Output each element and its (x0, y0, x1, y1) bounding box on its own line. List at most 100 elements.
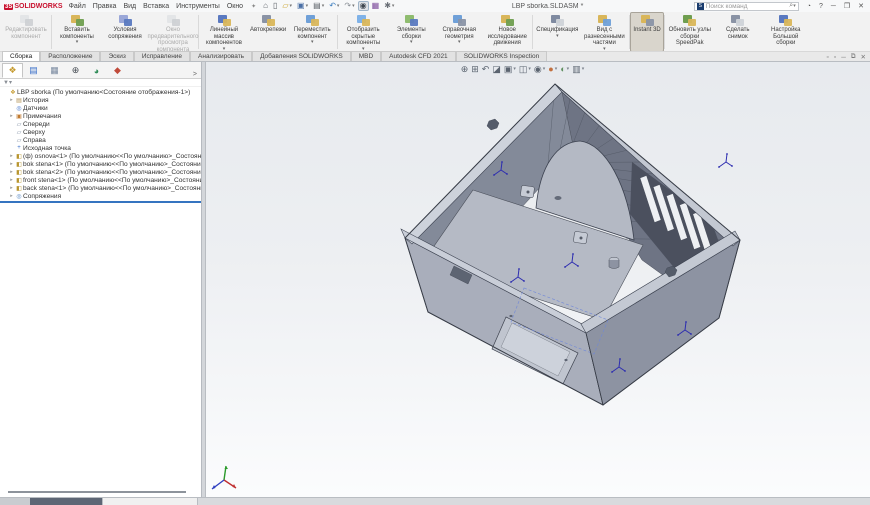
expand-arrow-icon[interactable]: ▸ (8, 185, 15, 191)
show-hidden-components-button[interactable]: Отобразить скрытые компоненты▾ (339, 13, 387, 51)
expand-arrow-icon[interactable]: ▸ (8, 169, 15, 175)
apply-scene-button[interactable]: ◐▾ (560, 64, 569, 74)
help-button[interactable]: ? (819, 3, 823, 10)
large-assembly-settings-button[interactable]: Настройка Большой сборки (762, 13, 810, 51)
dropdown-arrow-icon[interactable]: ▾ (76, 40, 79, 45)
expand-arrow-icon[interactable]: ▸ (8, 153, 15, 159)
move-component-button[interactable]: Переместить компонент▾ (288, 13, 336, 51)
smart-fasteners-button[interactable]: Автокрепежи (248, 13, 288, 51)
dropdown-arrow-icon[interactable]: ▾ (306, 2, 309, 10)
insert-components-button[interactable]: Вставить компоненты▾ (53, 13, 101, 51)
bottom-tab-2[interactable] (102, 498, 198, 505)
tree-row[interactable]: ◎Датчики (0, 104, 201, 112)
dropdown-arrow-icon[interactable]: ▾ (543, 64, 546, 74)
dropdown-arrow-icon[interactable]: ▾ (322, 2, 325, 10)
rebuild-button[interactable]: ◉ (359, 2, 368, 10)
tree-row[interactable]: ▸◧back stena<1> (По умолчанию<<По умолча… (0, 184, 201, 192)
tab-Эскиз[interactable]: Эскиз (100, 51, 133, 61)
featuremanager-tab[interactable]: ❖ (2, 63, 23, 78)
dropdown-arrow-icon[interactable]: ▾ (567, 64, 570, 74)
reference-geometry-button[interactable]: Справочная геометрия▾ (435, 13, 483, 51)
tree-row[interactable]: ▸◧bok stena<2> (По умолчанию<<По умолчан… (0, 168, 201, 176)
update-speedpak-button[interactable]: Обновить узлы сборки SpeedPak (666, 13, 714, 51)
dropdown-arrow-icon[interactable]: ▾ (513, 64, 516, 74)
hide-show-items-button[interactable]: ◉▾ (534, 64, 545, 74)
previous-view-button[interactable]: ↶ (482, 64, 490, 74)
instant3d-button[interactable]: Instant 3D (631, 13, 662, 51)
dropdown-arrow-icon[interactable]: ▾ (410, 40, 413, 45)
tab-Autodesk CFD 2021[interactable]: Autodesk CFD 2021 (381, 51, 456, 61)
save-button[interactable]: ▣▾ (296, 2, 309, 10)
section-view-button[interactable]: ◪ (492, 64, 501, 74)
tree-row-selected[interactable]: ▸◎Сопряжения (0, 192, 201, 200)
tab-Анализировать[interactable]: Анализировать (190, 51, 252, 61)
tree-row[interactable]: ▱Спереди (0, 120, 201, 128)
configurationmanager-tab[interactable]: ▦ (44, 63, 65, 78)
doc-restore-button[interactable]: ⧉ (851, 53, 856, 61)
restore-button[interactable]: ❐ (844, 2, 850, 10)
expand-arrow-icon[interactable]: ▸ (8, 113, 15, 119)
tree-row[interactable]: ▸▤История (0, 96, 201, 104)
doc-minimize-button[interactable]: ─ (841, 54, 846, 61)
doc-window-icon-2[interactable]: ▫ (834, 54, 836, 61)
tree-row[interactable]: ▸◧bok stena<1> (По умолчанию<<По умолчан… (0, 160, 201, 168)
menu-Окно[interactable]: Окно (227, 3, 243, 10)
menu-Инструменты[interactable]: Инструменты (176, 3, 220, 10)
take-snapshot-button[interactable]: Сделать снимок (714, 13, 762, 51)
dropdown-arrow-icon[interactable]: ▾ (603, 47, 606, 52)
dropdown-arrow-icon[interactable]: ▾ (337, 2, 340, 10)
dropdown-arrow-icon[interactable]: ▾ (290, 2, 293, 10)
edit-appearance-button[interactable]: ●▾ (548, 64, 557, 74)
new-motion-study-button[interactable]: Новое исследование движения (483, 13, 531, 51)
home-button[interactable]: ⌂ (262, 2, 269, 10)
doc-close-button[interactable]: ✕ (861, 53, 866, 61)
zoom-area-button[interactable]: ⊞ (471, 64, 479, 74)
dropdown-arrow-icon[interactable]: ▾ (392, 2, 395, 10)
panel-collapse-arrow[interactable]: > (189, 71, 201, 78)
tree-row[interactable]: ▸◧(ф) osnova<1> (По умолчанию<<По умолча… (0, 152, 201, 160)
menu-Вставка[interactable]: Вставка (143, 3, 169, 10)
tree-row[interactable]: ❖LBP sborka (По умолчанию<Состояние отоб… (0, 88, 201, 96)
tab-Расположение[interactable]: Расположение (40, 51, 100, 61)
cam-tab[interactable]: ◆ (107, 63, 128, 78)
dropdown-arrow-icon[interactable]: ▾ (555, 64, 558, 74)
tree-row[interactable]: ▱Справа (0, 136, 201, 144)
options-button[interactable]: ✱▾ (383, 2, 395, 10)
user-account-button[interactable]: ◔ (807, 3, 811, 10)
command-search[interactable]: S Поиск команд ⌕ ▾ (694, 2, 799, 11)
menu-pin-icon[interactable]: ✦ (251, 3, 256, 10)
tree-row[interactable]: ▸▣Примечания (0, 112, 201, 120)
tab-MBD[interactable]: MBD (351, 51, 381, 61)
tree-row[interactable]: ▱Сверху (0, 128, 201, 136)
mate-triad-icon[interactable] (718, 153, 733, 168)
dropdown-arrow-icon[interactable]: ▾ (311, 40, 314, 45)
dropdown-arrow-icon[interactable]: ▾ (582, 64, 585, 74)
dropdown-arrow-icon[interactable]: ▾ (556, 34, 559, 39)
dropdown-arrow-icon[interactable]: ▾ (458, 40, 461, 45)
menu-Файл[interactable]: Файл (69, 3, 86, 10)
menu-Правка[interactable]: Правка (93, 3, 117, 10)
linear-component-pattern-button[interactable]: Линейный массив компонентов▾ (200, 13, 248, 51)
dropdown-arrow-icon[interactable]: ▾ (528, 64, 531, 74)
graphics-viewport[interactable]: ⊕⊞↶◪▣▾◫▾◉▾●▾◐▾▥▾ (206, 62, 870, 497)
print-button[interactable]: ▤▾ (312, 2, 325, 10)
tree-row[interactable]: ▸◧front stena<1> (По умолчанию<<По умолч… (0, 176, 201, 184)
tab-Исправление[interactable]: Исправление (134, 51, 190, 61)
3d-model-canvas[interactable] (206, 62, 870, 497)
expand-arrow-icon[interactable]: ▸ (8, 193, 15, 199)
expand-arrow-icon[interactable]: ▸ (8, 161, 15, 167)
minimize-button[interactable]: ─ (831, 3, 836, 10)
bottom-tab-1[interactable] (30, 498, 102, 505)
propertymanager-tab[interactable]: ▤ (23, 63, 44, 78)
tree-filter-row[interactable]: ▼ ▾ (0, 79, 201, 87)
expand-arrow-icon[interactable]: ▸ (8, 177, 15, 183)
close-button[interactable]: ✕ (858, 2, 864, 10)
exploded-view-button[interactable]: Вид с разнесенными частями▾ (580, 13, 628, 51)
mate-button[interactable]: Условия сопряжения (101, 13, 149, 51)
redo-button[interactable]: ↷▾ (343, 2, 355, 10)
display-style-button[interactable]: ◫▾ (519, 64, 531, 74)
assembly-features-button[interactable]: Элементы сборки▾ (387, 13, 435, 51)
undo-button[interactable]: ↶▾ (328, 2, 340, 10)
tree-row[interactable]: +Исходная точка (0, 144, 201, 152)
filter-dropdown-icon[interactable]: ▾ (9, 79, 12, 86)
